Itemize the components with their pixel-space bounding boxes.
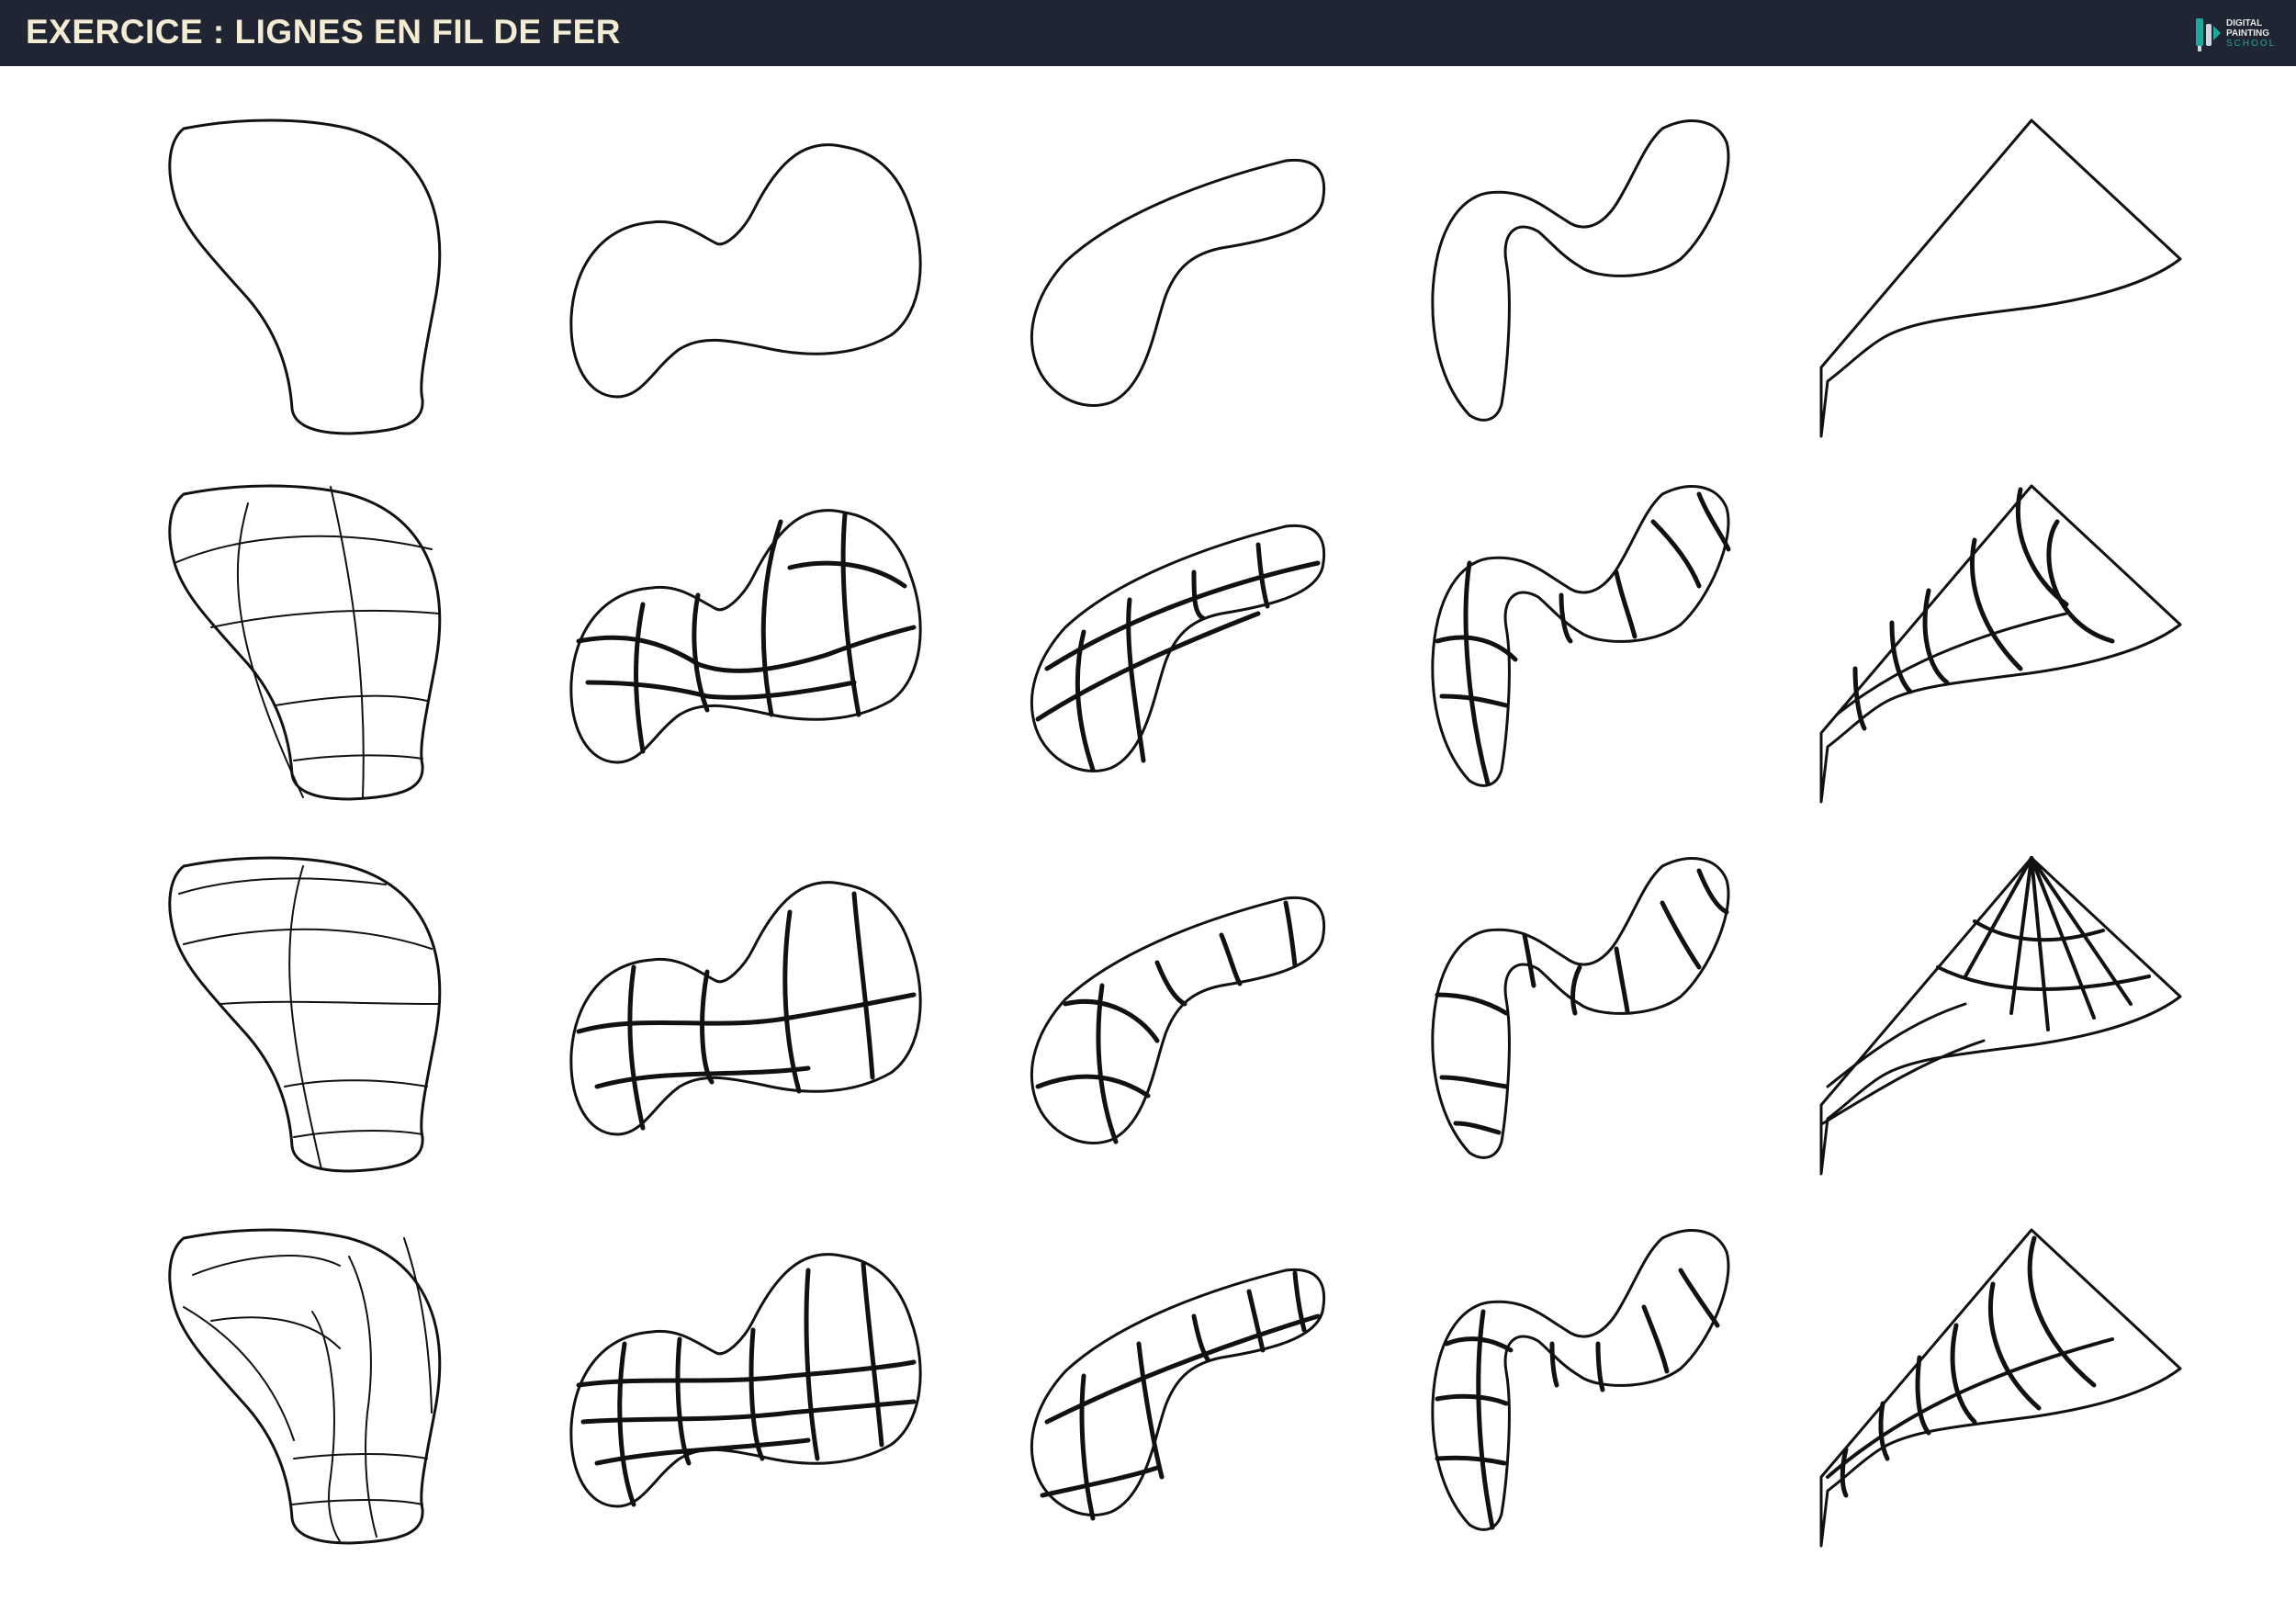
shape-1-wireframe-a [168,484,442,801]
shape-4-wireframe-c [1431,1229,1730,1531]
row-outlines [168,118,2182,438]
row-wireframe-3 [168,1228,2182,1548]
shape-5-wireframe-b [1819,856,2182,1176]
shape-3-wireframe-b [1030,896,1326,1144]
shape-5-wireframe-c [1819,1228,2182,1548]
shape-1-wireframe-c [168,1228,442,1545]
shape-4-wireframe-b [1431,857,1730,1159]
row-wireframe-2 [168,856,2182,1176]
shape-1-wireframe-b [168,856,442,1173]
shape-2-outline [569,143,922,399]
exercise-canvas [168,118,2182,1548]
shape-2-wireframe-a [569,509,922,764]
shape-5-outline [1819,118,2182,438]
shape-3-wireframe-c [1030,1268,1326,1521]
shape-4-outline [1431,119,1730,422]
row-wireframe-1 [168,484,2182,804]
shape-2-wireframe-c [569,1253,922,1508]
shape-5-wireframe-a [1819,484,2182,804]
shape-1-outline [168,118,442,435]
shape-4-wireframe-a [1431,485,1731,787]
shape-3-wireframe-a [1030,524,1326,772]
shape-2-wireframe-b [569,881,922,1136]
shape-3-outline [1030,158,1326,407]
